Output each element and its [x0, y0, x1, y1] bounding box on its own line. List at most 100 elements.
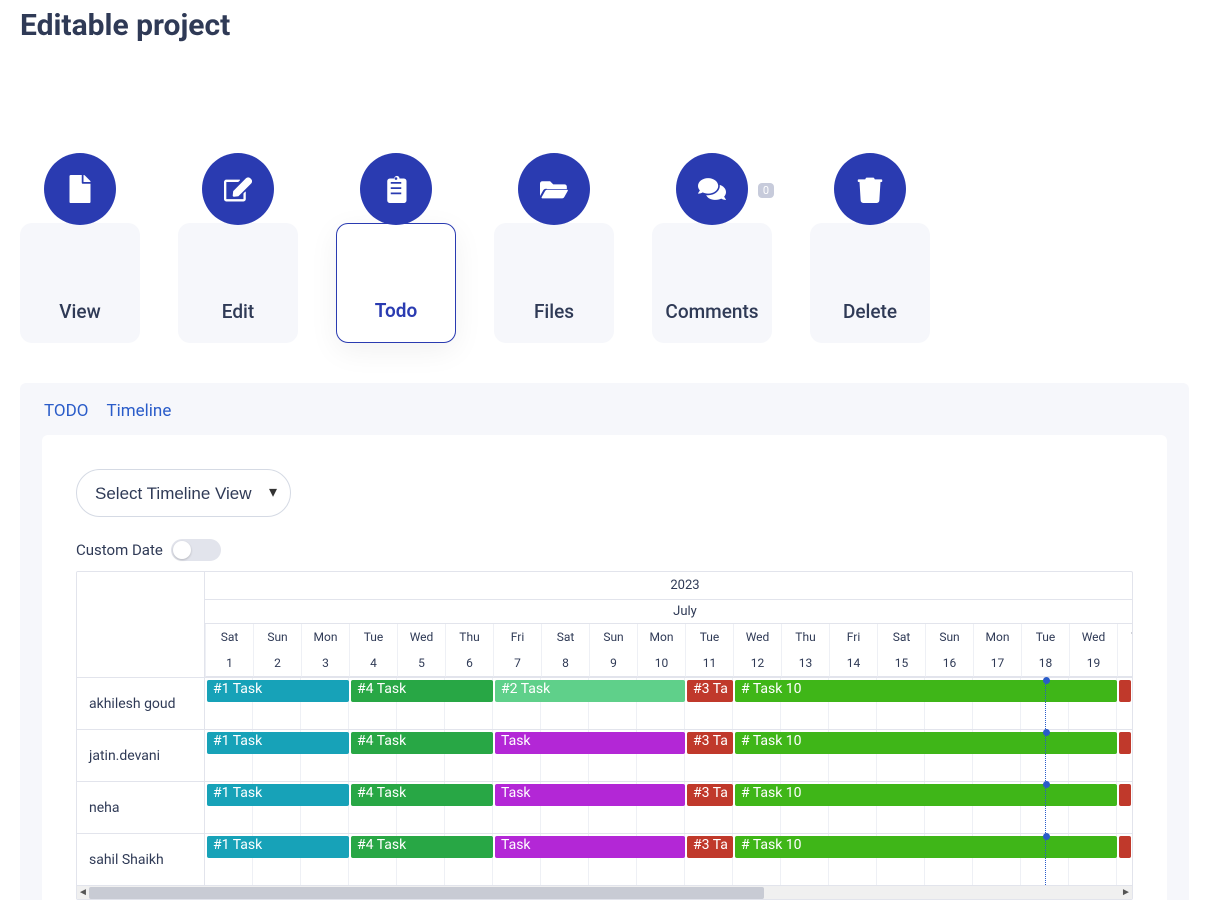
timeline-date-header: 16 — [925, 650, 973, 677]
timeline-task-bar[interactable]: Task — [495, 836, 685, 858]
tab-files[interactable]: Files — [494, 223, 614, 343]
timeline-day-header: Thu — [445, 624, 493, 650]
timeline-day-header: Sat — [877, 624, 925, 650]
subtab-timeline[interactable]: Timeline — [106, 401, 171, 421]
timeline-date-header: 18 — [1021, 650, 1069, 677]
folder-open-icon — [518, 153, 590, 225]
tab-delete[interactable]: Delete — [810, 223, 930, 343]
timeline-day-header: Fri — [829, 624, 877, 650]
timeline-day-header: Thu — [781, 624, 829, 650]
tab-label: View — [59, 300, 100, 323]
tab-todo[interactable]: Todo — [336, 223, 456, 343]
timeline-date-header: 19 — [1069, 650, 1117, 677]
timeline-date-header: 5 — [397, 650, 445, 677]
timeline-day-header: Sun — [925, 624, 973, 650]
timeline-day-header: Sat — [205, 624, 253, 650]
timeline-scrollbar[interactable]: ◄ ► — [77, 885, 1132, 899]
timeline-date-header: 7 — [493, 650, 541, 677]
timeline-row-track: #1 Task#4 TaskTask#3 Ta# Task 10 — [205, 833, 1132, 885]
custom-date-toggle[interactable] — [171, 539, 221, 561]
timeline-day-header: Wed — [733, 624, 781, 650]
timeline-day-header: Wed — [397, 624, 445, 650]
page-title: Editable project — [20, 8, 1209, 43]
timeline-task-bar[interactable]: #3 Ta — [687, 732, 733, 754]
timeline-date-header: 9 — [589, 650, 637, 677]
timeline-task-bar[interactable]: #1 Task — [207, 836, 349, 858]
file-icon — [44, 153, 116, 225]
timeline-date-header: 4 — [349, 650, 397, 677]
timeline-task-bar[interactable]: Task — [495, 784, 685, 806]
timeline-date-header: 1 — [205, 650, 253, 677]
timeline-date-header: 3 — [301, 650, 349, 677]
timeline-day-header: Fri — [493, 624, 541, 650]
timeline-date-header: 6 — [445, 650, 493, 677]
timeline-task-bar[interactable] — [1119, 680, 1131, 702]
tab-edit[interactable]: Edit — [178, 223, 298, 343]
timeline-task-bar[interactable]: #3 Ta — [687, 680, 733, 702]
timeline-day-header: Mon — [301, 624, 349, 650]
timeline-task-bar[interactable]: Task — [495, 732, 685, 754]
scroll-left-icon[interactable]: ◄ — [77, 887, 89, 899]
timeline-month: July — [205, 600, 1132, 624]
comments-icon — [676, 153, 748, 225]
timeline-row-track: #1 Task#4 Task#2 Task#3 Ta# Task 10 — [205, 677, 1132, 729]
timeline-date-header: 14 — [829, 650, 877, 677]
timeline-row-user: akhilesh goud — [77, 677, 205, 729]
tab-comments[interactable]: 0 Comments — [652, 223, 772, 343]
timeline-day-header: Mon — [637, 624, 685, 650]
timeline-row-track: #1 Task#4 TaskTask#3 Ta# Task 10 — [205, 781, 1132, 833]
timeline-date-header: 10 — [637, 650, 685, 677]
timeline-date-header: 15 — [877, 650, 925, 677]
timeline-date-header: 13 — [781, 650, 829, 677]
timeline-day-header: Mon — [973, 624, 1021, 650]
todo-panel: TODO Timeline Select Timeline View Custo… — [20, 383, 1189, 900]
timeline-row-user: sahil Shaikh — [77, 833, 205, 885]
timeline-task-bar[interactable]: #4 Task — [351, 784, 493, 806]
subtab-todo[interactable]: TODO — [44, 401, 88, 421]
timeline-task-bar[interactable]: # Task 10 — [735, 732, 1117, 754]
timeline-day-header: Sun — [253, 624, 301, 650]
clipboard-icon — [360, 153, 432, 225]
timeline-task-bar[interactable]: #2 Task — [495, 680, 685, 702]
timeline-task-bar[interactable]: # Task 10 — [735, 836, 1117, 858]
custom-date-label: Custom Date — [76, 541, 163, 559]
tab-label: Delete — [843, 300, 897, 323]
timeline-task-bar[interactable]: #1 Task — [207, 732, 349, 754]
timeline-task-bar[interactable]: #4 Task — [351, 680, 493, 702]
tab-label: Todo — [375, 299, 417, 322]
timeline-day-header: Tue — [685, 624, 733, 650]
timeline-row-user: jatin.devani — [77, 729, 205, 781]
tab-label: Comments — [665, 300, 758, 323]
tab-view[interactable]: View — [20, 223, 140, 343]
timeline-task-bar[interactable] — [1119, 836, 1131, 858]
tab-label: Edit — [222, 300, 254, 323]
timeline-day-header: Tue — [349, 624, 397, 650]
timeline-gantt: 2023 July SatSunMonTueWedThuFriSatSunMon… — [76, 571, 1133, 900]
timeline-day-header: Thu — [1117, 624, 1132, 650]
timeline-day-header: Sun — [589, 624, 637, 650]
tab-label: Files — [534, 300, 574, 323]
timeline-task-bar[interactable] — [1119, 784, 1131, 806]
timeline-task-bar[interactable]: #4 Task — [351, 732, 493, 754]
timeline-task-bar[interactable] — [1119, 732, 1131, 754]
scroll-thumb[interactable] — [89, 887, 764, 899]
timeline-task-bar[interactable]: #3 Ta — [687, 836, 733, 858]
timeline-task-bar[interactable]: #4 Task — [351, 836, 493, 858]
timeline-task-bar[interactable]: #1 Task — [207, 680, 349, 702]
timeline-task-bar[interactable]: # Task 10 — [735, 784, 1117, 806]
timeline-date-header: 17 — [973, 650, 1021, 677]
timeline-task-bar[interactable]: #3 Ta — [687, 784, 733, 806]
scroll-right-icon[interactable]: ► — [1120, 887, 1132, 899]
comments-count-badge: 0 — [758, 183, 774, 198]
edit-icon — [202, 153, 274, 225]
timeline-task-bar[interactable]: #1 Task — [207, 784, 349, 806]
timeline-year: 2023 — [205, 572, 1132, 600]
timeline-view-select[interactable]: Select Timeline View — [76, 469, 291, 517]
timeline-task-bar[interactable]: # Task 10 — [735, 680, 1117, 702]
project-action-tabs: View Edit Todo Files 0 Comments Delete — [0, 43, 1209, 383]
timeline-date-header: 11 — [685, 650, 733, 677]
timeline-day-header: Wed — [1069, 624, 1117, 650]
timeline-date-header: 8 — [541, 650, 589, 677]
timeline-row-track: #1 Task#4 TaskTask#3 Ta# Task 10 — [205, 729, 1132, 781]
todo-subtabs: TODO Timeline — [20, 401, 1189, 435]
